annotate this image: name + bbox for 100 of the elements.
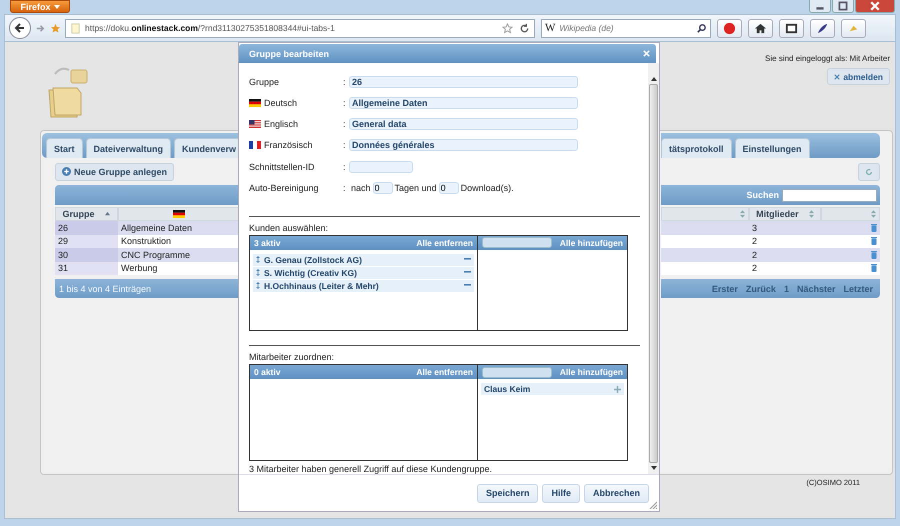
members-column-header[interactable]: Mitglieder <box>749 207 821 221</box>
colon-text: : <box>343 162 347 172</box>
input-field[interactable] <box>349 160 413 173</box>
search-icon[interactable] <box>696 22 707 34</box>
trash-icon[interactable] <box>871 264 877 272</box>
table-cell-text: Konstruktion <box>120 235 172 248</box>
group-column-header[interactable]: Gruppe <box>55 207 118 221</box>
trash-icon[interactable] <box>871 224 877 232</box>
downloads-input-field[interactable]: 0 <box>438 182 459 194</box>
table-cell: 31 <box>55 262 118 275</box>
filter-input-field[interactable] <box>482 237 552 248</box>
close-button[interactable] <box>855 0 895 13</box>
table-cell: 26 <box>55 221 118 234</box>
tab[interactable]: Dateiverwaltung <box>86 138 172 158</box>
field-label: Schnittstellen-ID <box>249 162 315 172</box>
bookmark-star-icon[interactable] <box>50 22 61 34</box>
feather-icon <box>816 22 829 34</box>
sort-icon[interactable] <box>740 210 745 218</box>
available-list-item[interactable]: Claus Keim <box>481 383 624 396</box>
colon-text: : <box>343 76 347 87</box>
german-flag-icon <box>172 210 184 218</box>
flag-column-header[interactable] <box>118 207 239 221</box>
plus-circle-icon <box>62 167 71 176</box>
input-field[interactable]: Allgemeine Daten <box>349 96 578 109</box>
home-button[interactable] <box>748 18 773 38</box>
section-label: Kunden auswählen: <box>249 222 330 232</box>
adblock-button[interactable] <box>717 18 742 38</box>
back-button[interactable] <box>9 17 31 39</box>
table-info-text: 1 bis 4 von 4 Einträgen <box>59 284 152 294</box>
scroll-down-icon[interactable] <box>650 466 656 470</box>
trash-icon[interactable] <box>871 250 877 259</box>
new-group-button[interactable]: Neue Gruppe anlegen <box>55 162 174 180</box>
days-input-field[interactable]: 0 <box>372 182 393 194</box>
scroll-up-icon[interactable] <box>650 77 656 81</box>
scrollbar[interactable] <box>648 63 659 474</box>
tab[interactable]: Einstellungen <box>734 138 810 158</box>
drag-handle-icon[interactable] <box>256 269 260 276</box>
cleanup-middle-text: Tagen und <box>394 182 437 193</box>
filter-input-field[interactable] <box>482 366 552 378</box>
scroll-thumb[interactable] <box>649 84 658 463</box>
forward-icon[interactable] <box>35 22 46 34</box>
add-icon[interactable] <box>614 386 621 393</box>
page-icon <box>70 22 81 34</box>
refresh-button[interactable] <box>858 162 880 180</box>
cleanup-suffix-text: Download(s). <box>460 182 514 193</box>
home-icon <box>754 22 767 34</box>
dialog-button[interactable]: Hilfe <box>542 484 580 502</box>
bookmarks-button[interactable] <box>779 18 804 38</box>
arrow-left-icon <box>13 21 27 35</box>
sort-icon <box>808 210 814 218</box>
table-cell-text: Allgemeine Daten <box>120 222 194 234</box>
maximize-icon <box>837 1 849 11</box>
selected-list-item[interactable]: S. Wichtig (Creativ KG) <box>253 266 474 278</box>
selected-list-item[interactable]: H.Ochhinaus (Leiter & Mehr) <box>253 280 474 292</box>
field-label: Gruppe <box>249 76 280 87</box>
sort-icon[interactable] <box>871 210 876 218</box>
window-icon <box>785 22 798 34</box>
table-cell: 30 <box>55 248 118 262</box>
dialog-button[interactable]: Speichern <box>476 484 538 502</box>
tab[interactable]: Start <box>46 138 83 158</box>
feather-button[interactable] <box>810 18 835 38</box>
logout-button[interactable]: abmelden <box>827 68 890 85</box>
minimize-button[interactable] <box>809 0 831 13</box>
search-field[interactable]: W Wikipedia (de) <box>541 18 711 38</box>
access-note-text: 3 Mitarbeiter haben generell Zugriff auf diese Kundengruppe. <box>249 464 493 474</box>
table-cell-text: CNC Programme <box>120 248 192 262</box>
dialog-title: Gruppe bearbeiten <box>249 48 330 58</box>
table-cell: 29 <box>55 234 118 248</box>
active-count-text: 0 aktiv <box>254 367 280 378</box>
reload-icon[interactable] <box>519 22 530 34</box>
field-label: Englisch <box>264 119 298 130</box>
input-field[interactable]: General data <box>349 118 578 130</box>
table-cell-text: 2 <box>751 235 758 248</box>
colon-text: : <box>343 98 347 108</box>
close-icon <box>834 74 840 80</box>
trash-icon[interactable] <box>871 237 877 246</box>
tab[interactable]: tätsprotokoll <box>661 138 732 158</box>
active-count-text: 3 aktiv <box>254 238 280 248</box>
resize-grip-icon[interactable] <box>649 501 657 509</box>
colon-text: : <box>343 119 347 130</box>
addon-button[interactable] <box>841 18 866 38</box>
german-flag-icon <box>249 98 261 107</box>
input-field[interactable]: 26 <box>349 76 578 88</box>
close-icon[interactable] <box>643 50 650 57</box>
maximize-button[interactable] <box>832 0 854 13</box>
sort-ascending-icon <box>105 210 110 218</box>
table-search-field[interactable] <box>782 188 877 202</box>
drag-handle-icon[interactable] <box>256 282 260 289</box>
table-cell-text: 3 <box>751 222 758 234</box>
search-engine-logo[interactable]: W <box>545 22 556 34</box>
address-bar[interactable]: https://doku.onlinestack.com/?rnd31130275351808344#ui-tabs-1 <box>65 18 535 38</box>
dialog-button[interactable]: Abbrechen <box>584 484 649 502</box>
section-label: Mitarbeiter zuordnen: <box>249 352 336 362</box>
french-flag-icon <box>249 141 261 150</box>
selected-list-item[interactable]: G. Genau (Zollstock AG) <box>253 254 474 266</box>
input-field[interactable]: Données générales <box>349 139 578 152</box>
drag-handle-icon[interactable] <box>256 256 260 263</box>
login-status-text: Sie sind eingeloggt als: Mit Arbeiter <box>765 54 890 63</box>
star-icon[interactable] <box>502 22 513 34</box>
colon-text: : <box>343 140 347 150</box>
